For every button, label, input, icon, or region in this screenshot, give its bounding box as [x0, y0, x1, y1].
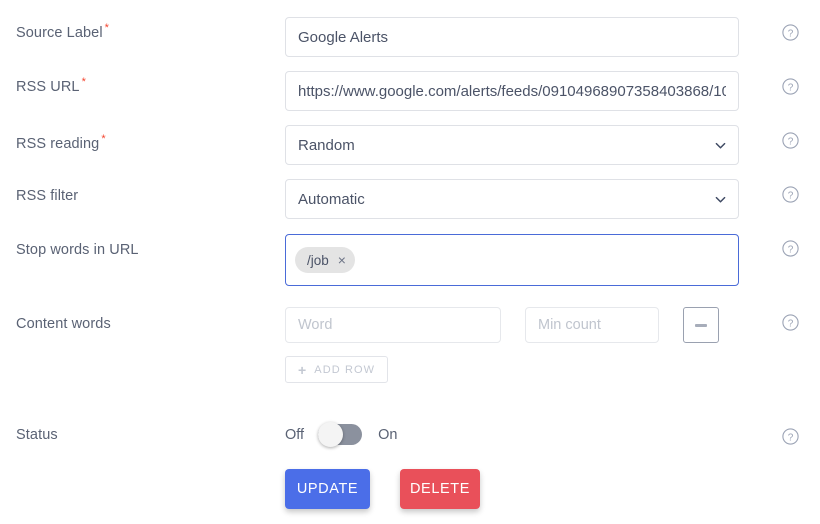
content-words-row: [285, 307, 719, 343]
help-circle-icon-rss-filter[interactable]: ?: [782, 186, 799, 203]
svg-text:?: ?: [788, 318, 794, 329]
content-word-min-count-input[interactable]: [525, 307, 659, 343]
content-word-input[interactable]: [285, 307, 501, 343]
stop-words-control: /job ×: [285, 234, 739, 286]
stop-words-label: Stop words in URL: [16, 242, 139, 258]
minus-icon: [695, 323, 707, 327]
stop-words-label-text: Stop words in URL: [16, 242, 139, 258]
help-circle-icon-stop-words[interactable]: ?: [782, 240, 799, 257]
chip-stop-word: /job ×: [295, 247, 355, 273]
svg-text:?: ?: [788, 28, 794, 39]
remove-row-button[interactable]: [683, 307, 719, 343]
rss-url-input[interactable]: [285, 71, 739, 111]
add-row-button[interactable]: + ADD ROW: [285, 356, 389, 383]
help-circle-icon-status[interactable]: ?: [782, 428, 799, 445]
plus-icon: +: [298, 361, 308, 378]
toggle-off-label: Off: [285, 426, 305, 443]
rss-url-control: [285, 71, 739, 111]
required-asterisk: *: [101, 133, 106, 145]
content-words-label: Content words: [16, 316, 111, 332]
required-asterisk: *: [81, 76, 86, 88]
help-circle-icon-content-words[interactable]: ?: [782, 314, 799, 331]
rss-reading-label: RSS reading *: [16, 134, 106, 152]
help-circle-icon-source-label[interactable]: ?: [782, 24, 799, 41]
add-row-label: ADD ROW: [314, 363, 376, 376]
svg-text:?: ?: [788, 190, 794, 201]
source-label-label: Source Label *: [16, 23, 109, 41]
update-button[interactable]: UPDATE: [285, 469, 370, 509]
content-words-label-text: Content words: [16, 316, 111, 332]
rss-filter-label-text: RSS filter: [16, 188, 79, 204]
svg-text:?: ?: [788, 136, 794, 147]
source-label-text: Source Label: [16, 24, 103, 41]
help-circle-icon-rss-url[interactable]: ?: [782, 78, 799, 95]
rss-filter-select[interactable]: Automatic: [285, 179, 739, 219]
rss-url-label: RSS URL *: [16, 77, 86, 95]
status-control: Off On: [285, 422, 398, 447]
status-toggle-switch[interactable]: [318, 422, 363, 447]
rss-reading-control: Random: [285, 125, 739, 165]
rss-source-settings-form: Source Label* RSS URL* RSS reading* Rand…: [0, 0, 820, 524]
content-words-control: + ADD ROW: [285, 307, 719, 383]
rss-url-label-text: RSS URL: [16, 78, 80, 95]
chip-remove-icon[interactable]: ×: [338, 253, 346, 267]
chip-label: /job: [307, 252, 329, 268]
rss-filter-control: Automatic: [285, 179, 739, 219]
status-label: Status: [16, 427, 58, 443]
rss-filter-label: RSS filter: [16, 188, 78, 204]
svg-text:?: ?: [788, 432, 794, 443]
source-label-control: [285, 17, 739, 57]
form-actions: UPDATE DELETE: [285, 469, 480, 509]
required-asterisk: *: [104, 22, 110, 34]
rss-reading-select[interactable]: Random: [285, 125, 739, 165]
svg-text:?: ?: [788, 244, 794, 255]
delete-button[interactable]: DELETE: [400, 469, 480, 509]
toggle-on-label: On: [378, 426, 398, 443]
source-label-input[interactable]: [285, 17, 739, 57]
stop-words-chip-field[interactable]: /job ×: [285, 234, 739, 286]
help-circle-icon-rss-reading[interactable]: ?: [782, 132, 799, 149]
status-toggle-group: Off On: [285, 422, 398, 447]
status-label-text: Status: [16, 427, 58, 443]
toggle-knob: [318, 422, 344, 447]
svg-text:?: ?: [788, 82, 794, 93]
rss-reading-label-text: RSS reading: [16, 135, 100, 152]
